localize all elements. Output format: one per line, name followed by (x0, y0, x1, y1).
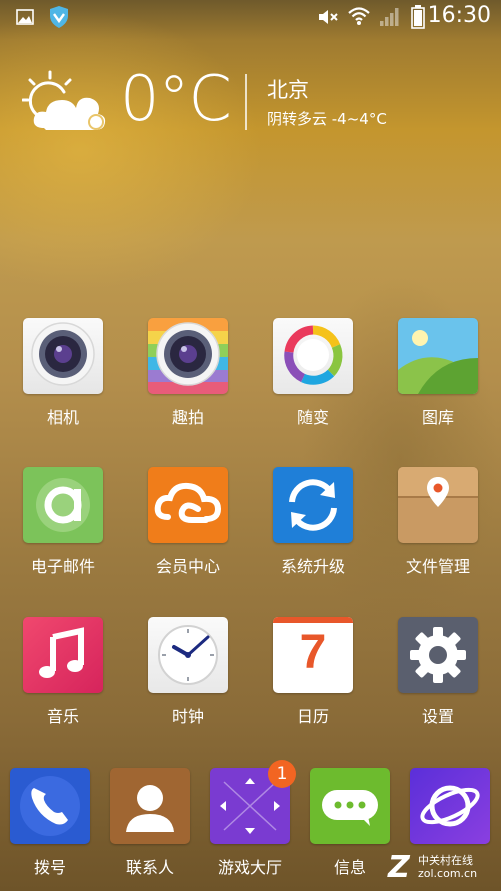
app-label: 文件管理 (405, 557, 470, 576)
app-theme-ring[interactable]: 随变 (263, 318, 363, 428)
watermark-line1: 中关村在线 (418, 854, 473, 867)
app-settings[interactable]: 设置 (388, 617, 488, 727)
dock-messages[interactable]: 信息 (300, 768, 400, 878)
app-camera[interactable]: 相机 (13, 318, 113, 428)
system-update-icon (273, 467, 353, 543)
app-member-center[interactable]: 会员中心 (138, 467, 238, 577)
calendar-day: 7 (299, 626, 327, 679)
app-label: 图库 (421, 408, 454, 427)
wifi-icon (347, 6, 371, 30)
clock-icon (148, 617, 228, 693)
weather-forecast: 阴转多云 -4~4°C (267, 110, 387, 128)
camera-icon (23, 318, 103, 394)
mute-icon (318, 8, 340, 30)
partly-cloudy-icon (21, 70, 110, 136)
settings-icon (398, 617, 478, 693)
calendar-icon: 7 (273, 617, 353, 693)
app-gallery[interactable]: 图库 (388, 318, 488, 428)
phone-icon (10, 768, 90, 844)
temperature: 0°C (120, 62, 232, 135)
email-icon (23, 467, 103, 543)
battery-icon (411, 5, 425, 33)
app-label: 日历 (296, 707, 329, 726)
city-name: 北京 (267, 78, 309, 102)
music-icon (23, 617, 103, 693)
weather-widget[interactable]: 0°C 北京 阴转多云 -4~4°C (0, 60, 501, 140)
app-file-manager[interactable]: 文件管理 (388, 467, 488, 577)
dock-contacts[interactable]: 联系人 (100, 768, 200, 878)
fun-camera-icon (148, 318, 228, 394)
dock-label: 联系人 (125, 858, 174, 877)
browser-icon (410, 768, 490, 844)
app-label: 随变 (296, 408, 329, 427)
dock-label: 信息 (333, 858, 366, 877)
theme-ring-icon (273, 318, 353, 394)
app-label: 会员中心 (155, 557, 220, 576)
app-calendar[interactable]: 7 日历 (263, 617, 363, 727)
weather-divider (245, 74, 247, 130)
contacts-icon (110, 768, 190, 844)
app-label: 音乐 (46, 707, 79, 726)
app-label: 趣拍 (171, 408, 204, 427)
app-label: 电子邮件 (30, 557, 95, 576)
watermark-letter: Z (388, 850, 410, 885)
signal-icon (379, 7, 401, 31)
app-label: 设置 (421, 707, 454, 726)
app-system-update[interactable]: 系统升级 (263, 467, 363, 577)
calendar-header (273, 617, 353, 623)
cloud-member-icon (148, 467, 228, 543)
security-shield-icon (48, 5, 70, 33)
dock-phone[interactable]: 拨号 (0, 768, 100, 878)
app-email[interactable]: 电子邮件 (13, 467, 113, 577)
app-label: 系统升级 (280, 557, 345, 576)
gallery-icon (398, 318, 478, 394)
app-clock[interactable]: 时钟 (138, 617, 238, 727)
status-bar: 16:30 (0, 0, 501, 34)
app-label: 时钟 (171, 707, 204, 726)
app-music[interactable]: 音乐 (13, 617, 113, 727)
dock-browser[interactable] (400, 768, 500, 854)
watermark-line2: zol.com.cn (418, 867, 478, 880)
app-fun-camera[interactable]: 趣拍 (138, 318, 238, 428)
status-time: 16:30 (427, 3, 491, 28)
app-label: 相机 (46, 408, 79, 427)
dock-label: 拨号 (33, 858, 66, 877)
zol-watermark: Z 中关村在线 zol.com.cn (388, 850, 498, 886)
gallery-notification-icon (16, 9, 34, 29)
file-manager-icon (398, 467, 478, 543)
notification-badge: 1 (268, 760, 296, 788)
messages-icon (310, 768, 390, 844)
dock-label: 游戏大厅 (217, 858, 282, 877)
